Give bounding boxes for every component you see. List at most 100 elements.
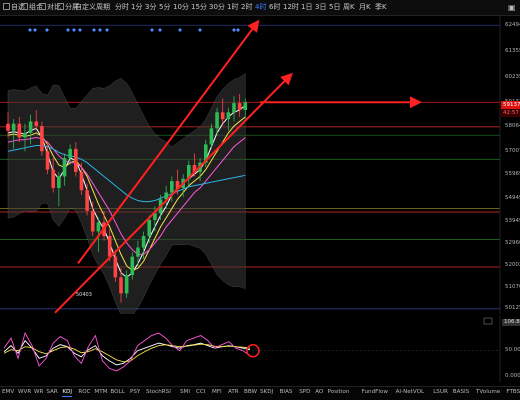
event-marker xyxy=(72,28,76,32)
candle-body xyxy=(96,222,101,232)
price-tick-label: 54949.0 xyxy=(505,194,520,201)
candle-countdown: 42:57 xyxy=(501,109,520,117)
indicator-tab-smi[interactable]: SMI xyxy=(180,389,190,395)
event-marker xyxy=(236,28,240,32)
indicator-tab-skdj[interactable]: SKDJ xyxy=(260,389,273,395)
candle-body xyxy=(141,236,146,248)
toolbar-item-8[interactable]: 5分 xyxy=(159,1,170,14)
indicator-tab-ao[interactable]: AO xyxy=(315,389,323,395)
indicator-tab-atr[interactable]: ATR xyxy=(228,389,239,395)
toolbar-item-label: 6时 xyxy=(269,3,281,11)
toolbar-item-6[interactable]: 1分 xyxy=(131,1,142,14)
toolbar-item-9[interactable]: 10分 xyxy=(173,1,189,14)
toolbar-item-11[interactable]: 30分 xyxy=(209,1,225,14)
candle-body xyxy=(23,132,27,138)
low-price-label: 50403 xyxy=(76,292,92,298)
price-chart[interactable] xyxy=(0,16,520,314)
price-tick-label: 62494.0 xyxy=(505,21,520,28)
compare-icon xyxy=(39,3,46,10)
candle-body xyxy=(62,158,67,177)
toolbar-item-5[interactable]: 分时 xyxy=(115,1,129,14)
candle-body xyxy=(215,112,219,129)
current-price-tag: 59137.2 xyxy=(501,101,520,109)
candle-body xyxy=(68,148,72,159)
toolbar-item-21[interactable]: 月K xyxy=(359,1,371,14)
indicator-tab-roc[interactable]: ROC xyxy=(78,389,90,395)
kdj-indicator-chart[interactable] xyxy=(0,316,520,382)
indicator-tab-ai-netvol[interactable]: AI-NetVOL xyxy=(396,389,425,395)
indicator-tab-sar[interactable]: SAR xyxy=(46,389,57,395)
indicator-tab-cci[interactable]: CCI xyxy=(196,389,205,395)
event-marker xyxy=(66,28,70,32)
candle-body xyxy=(45,151,50,170)
toolbar-item-label: 季K xyxy=(375,3,387,11)
indicator-tab-bbw[interactable]: BBW xyxy=(244,389,257,395)
indicator-tab-fundflow[interactable]: FundFlow xyxy=(362,389,388,395)
candle-body xyxy=(147,220,152,237)
indicator-tab-wr[interactable]: WR xyxy=(34,389,43,395)
toolbar-item-20[interactable]: 周K xyxy=(343,1,355,14)
price-tick-label: 60235.0 xyxy=(505,73,520,80)
toolbar-item-18[interactable]: 3日 xyxy=(315,1,326,14)
indicator-tab-mtm[interactable]: MTM xyxy=(94,389,107,395)
toolbar-item-label: 5分 xyxy=(159,3,171,11)
toolbar-item-label: 30分 xyxy=(209,3,225,11)
toolbar-item-label: 1分 xyxy=(131,3,143,11)
candle-body xyxy=(51,169,55,188)
indicator-tab-position[interactable]: Position xyxy=(328,389,350,395)
candle-body xyxy=(232,103,236,113)
indicator-tab-bias[interactable]: BIAS xyxy=(280,389,293,395)
price-tick-label: 55969.0 xyxy=(505,171,520,178)
price-tick-label: 50125.0 xyxy=(505,305,520,312)
candle-body xyxy=(90,210,95,232)
indicator-tab-psy[interactable]: PSY xyxy=(130,389,140,395)
toolbar-item-15[interactable]: 6时 xyxy=(269,1,280,14)
candle-body xyxy=(34,121,39,127)
candle-body xyxy=(170,181,174,193)
candle-body xyxy=(124,275,129,294)
indicator-tab-ftbs[interactable]: FTBS xyxy=(506,389,520,395)
event-marker xyxy=(98,28,102,32)
toolbar-item-16[interactable]: 12时 xyxy=(283,1,299,14)
candle-body xyxy=(209,128,214,145)
price-tick-label: 52960.0 xyxy=(505,240,520,247)
candle-body xyxy=(74,148,78,172)
toolbar-item-17[interactable]: 1日 xyxy=(301,1,312,14)
event-marker xyxy=(150,28,154,32)
split-icon xyxy=(57,3,64,10)
candle-body xyxy=(17,123,22,138)
candle-body xyxy=(107,236,112,257)
event-marker xyxy=(105,28,109,32)
indicator-tab-kdj[interactable]: KDJ xyxy=(62,389,72,397)
candle-body xyxy=(11,123,16,131)
indicator-tab-spd[interactable]: SPD xyxy=(299,389,310,395)
price-tick-label: 57007.0 xyxy=(505,147,520,154)
toolbar-item-13[interactable]: 2时 xyxy=(241,1,252,14)
indicator-axis-label: 0.000 xyxy=(505,372,520,379)
indicator-bg xyxy=(0,316,520,382)
indicator-tab-mfi[interactable]: MFI xyxy=(212,389,222,395)
toolbar-item-label: 12时 xyxy=(283,3,299,11)
toolbar-item-7[interactable]: 3分 xyxy=(145,1,156,14)
indicator-axis-label: 50.00 xyxy=(505,347,520,354)
indicator-tab-lsur[interactable]: LSUR xyxy=(433,389,448,395)
lock-icon[interactable]: ▣ xyxy=(508,1,516,14)
event-marker xyxy=(28,28,32,32)
price-tick-label: 58064.0 xyxy=(505,123,520,130)
toolbar-item-4[interactable]: 自定义周期 xyxy=(75,1,110,14)
toolbar-item-12[interactable]: 1时 xyxy=(227,1,238,14)
indicator-tab-wvr[interactable]: WVR xyxy=(18,389,31,395)
toolbar-item-14[interactable]: 4时 xyxy=(255,1,266,14)
toolbar-item-10[interactable]: 15分 xyxy=(191,1,207,14)
price-tick-label: 51070.0 xyxy=(505,283,520,290)
indicator-tab-stochrsi[interactable]: StochRSI xyxy=(146,389,171,395)
toolbar-item-19[interactable]: 5日 xyxy=(329,1,340,14)
indicator-tab-tvolume[interactable]: TVolume xyxy=(476,389,500,395)
indicator-tab-boll[interactable]: BOLL xyxy=(110,389,124,395)
event-marker xyxy=(33,28,37,32)
indicator-tab-emv[interactable]: EMV xyxy=(2,389,14,395)
price-tick-label: 53949.0 xyxy=(505,217,520,224)
toolbar-item-22[interactable]: 季K xyxy=(375,1,387,14)
toolbar-item-label: 1日 xyxy=(301,3,313,11)
indicator-tab-basis[interactable]: BASIS xyxy=(453,389,469,395)
